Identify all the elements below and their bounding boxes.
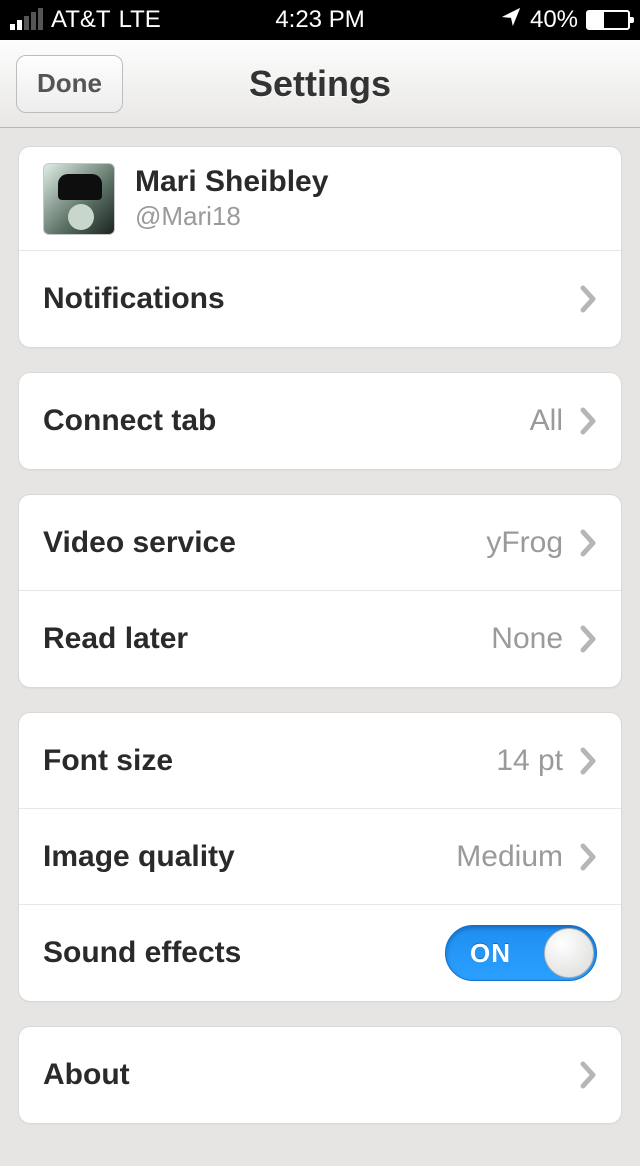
notifications-label: Notifications xyxy=(43,282,579,316)
chevron-right-icon xyxy=(579,528,597,558)
signal-icon xyxy=(10,10,43,30)
group-account: Mari Sheibley @Mari18 Notifications xyxy=(18,146,622,348)
battery-pct: 40% xyxy=(530,6,578,34)
connect-tab-value: All xyxy=(530,404,563,438)
chevron-right-icon xyxy=(579,1060,597,1090)
connect-tab-label: Connect tab xyxy=(43,404,530,438)
account-row[interactable]: Mari Sheibley @Mari18 xyxy=(19,147,621,251)
location-icon xyxy=(500,6,522,35)
status-bar: AT&T LTE 4:23 PM 40% xyxy=(0,0,640,40)
toggle-knob xyxy=(544,928,594,978)
account-handle: @Mari18 xyxy=(135,201,328,232)
chevron-right-icon xyxy=(579,406,597,436)
group-connect: Connect tab All xyxy=(18,372,622,470)
nav-bar: Done Settings xyxy=(0,40,640,128)
group-display: Font size 14 pt Image quality Medium Sou… xyxy=(18,712,622,1002)
battery-icon xyxy=(586,10,630,30)
sound-effects-toggle[interactable]: ON xyxy=(445,925,597,981)
image-quality-label: Image quality xyxy=(43,840,456,874)
video-service-value: yFrog xyxy=(486,526,563,560)
chevron-right-icon xyxy=(579,624,597,654)
video-service-label: Video service xyxy=(43,526,486,560)
clock: 4:23 PM xyxy=(275,6,364,33)
read-later-row[interactable]: Read later None xyxy=(19,591,621,687)
group-services: Video service yFrog Read later None xyxy=(18,494,622,688)
settings-content: Mari Sheibley @Mari18 Notifications Conn… xyxy=(0,128,640,1166)
video-service-row[interactable]: Video service yFrog xyxy=(19,495,621,591)
account-name: Mari Sheibley xyxy=(135,165,328,199)
sound-effects-label: Sound effects xyxy=(43,936,445,970)
image-quality-value: Medium xyxy=(456,840,563,874)
read-later-label: Read later xyxy=(43,622,491,656)
image-quality-row[interactable]: Image quality Medium xyxy=(19,809,621,905)
done-button[interactable]: Done xyxy=(16,55,123,113)
network-label: LTE xyxy=(119,6,161,34)
toggle-on-label: ON xyxy=(470,938,511,969)
font-size-row[interactable]: Font size 14 pt xyxy=(19,713,621,809)
sound-effects-row: Sound effects ON xyxy=(19,905,621,1001)
carrier-label: AT&T xyxy=(51,6,111,34)
chevron-right-icon xyxy=(579,842,597,872)
about-label: About xyxy=(43,1058,579,1092)
about-row[interactable]: About xyxy=(19,1027,621,1123)
notifications-row[interactable]: Notifications xyxy=(19,251,621,347)
avatar xyxy=(43,163,115,235)
read-later-value: None xyxy=(491,622,563,656)
chevron-right-icon xyxy=(579,284,597,314)
group-about: About xyxy=(18,1026,622,1124)
chevron-right-icon xyxy=(579,746,597,776)
connect-tab-row[interactable]: Connect tab All xyxy=(19,373,621,469)
font-size-value: 14 pt xyxy=(496,744,563,778)
font-size-label: Font size xyxy=(43,744,496,778)
